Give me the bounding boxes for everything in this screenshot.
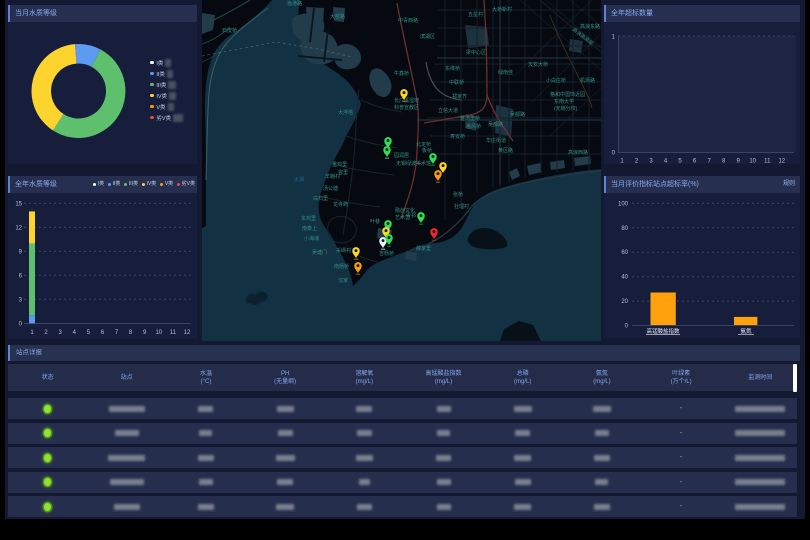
svg-text:社理村: 社理村 xyxy=(454,203,469,210)
svg-text:园润居: 园润居 xyxy=(394,152,409,159)
svg-text:60: 60 xyxy=(621,250,628,256)
svg-text:吉杨桥: 吉杨桥 xyxy=(379,250,394,257)
svg-text:东鸡里: 东鸡里 xyxy=(301,215,316,222)
svg-text:1: 1 xyxy=(620,159,624,165)
svg-text:8: 8 xyxy=(722,159,726,165)
svg-text:1: 1 xyxy=(612,34,616,40)
svg-text:氨氮: 氨氮 xyxy=(740,327,752,335)
svg-text:重鸡里: 重鸡里 xyxy=(332,161,347,168)
svg-text:2: 2 xyxy=(44,330,48,336)
svg-text:中青西路: 中青西路 xyxy=(398,17,418,24)
svg-text:叶巷: 叶巷 xyxy=(370,218,380,225)
svg-text:80: 80 xyxy=(621,226,628,232)
svg-text:天安大桥: 天安大桥 xyxy=(528,61,548,68)
svg-text:长广溪湿地: 长广溪湿地 xyxy=(394,97,419,104)
svg-text:郑家齐: 郑家齐 xyxy=(452,93,467,100)
svg-text:寿安桥: 寿安桥 xyxy=(450,133,465,140)
svg-text:大浮塔: 大浮塔 xyxy=(338,109,353,116)
svg-text:龙寺崎: 龙寺崎 xyxy=(333,201,348,208)
svg-text:东南大学: 东南大学 xyxy=(554,98,574,105)
svg-text:石皮桥: 石皮桥 xyxy=(222,27,237,34)
svg-text:0: 0 xyxy=(612,150,616,156)
svg-text:7: 7 xyxy=(708,159,712,165)
svg-text:白石里: 白石里 xyxy=(313,195,328,202)
svg-text:梁中心区: 梁中心区 xyxy=(466,49,486,56)
svg-text:渔港路: 渔港路 xyxy=(287,0,302,7)
svg-text:15: 15 xyxy=(15,201,22,207)
svg-text:5: 5 xyxy=(87,330,91,336)
svg-text:小白庄桥: 小白庄桥 xyxy=(546,77,566,84)
svg-text:惠风桥: 惠风桥 xyxy=(466,123,481,130)
svg-text:羊棚村: 羊棚村 xyxy=(325,173,340,180)
svg-text:9: 9 xyxy=(143,330,147,336)
svg-text:吴都路: 吴都路 xyxy=(488,121,503,128)
svg-text:7: 7 xyxy=(115,330,119,336)
svg-text:机场路: 机场路 xyxy=(580,77,595,84)
svg-text:高锰酸盐指数: 高锰酸盐指数 xyxy=(646,327,680,335)
svg-text:3: 3 xyxy=(59,330,63,336)
svg-text:华庄街道: 华庄街道 xyxy=(486,137,506,144)
svg-text:无锡绿波美术馆: 无锡绿波美术馆 xyxy=(396,160,431,167)
svg-text:雅湾里桥: 雅湾里桥 xyxy=(460,115,480,122)
svg-text:东绛桥: 东绛桥 xyxy=(445,65,460,72)
svg-text:张桥: 张桥 xyxy=(453,191,463,198)
svg-text:10: 10 xyxy=(155,330,162,336)
svg-text:9: 9 xyxy=(737,159,741,165)
svg-text:20: 20 xyxy=(621,299,628,305)
svg-text:南泰上: 南泰上 xyxy=(302,225,317,232)
svg-text:40: 40 xyxy=(621,275,628,281)
svg-text:9: 9 xyxy=(19,249,23,255)
svg-text:8: 8 xyxy=(129,330,133,336)
svg-text:1: 1 xyxy=(30,330,34,336)
svg-text:4: 4 xyxy=(73,330,77,336)
svg-text:0: 0 xyxy=(19,321,23,327)
svg-text:汤公塘: 汤公塘 xyxy=(323,185,338,192)
svg-text:中联桥: 中联桥 xyxy=(449,79,464,86)
svg-text:科普宣教区: 科普宣教区 xyxy=(394,104,419,111)
svg-text:高浪东路: 高浪东路 xyxy=(580,23,600,30)
svg-text:5: 5 xyxy=(678,159,682,165)
svg-text:北定桥: 北定桥 xyxy=(416,141,431,148)
svg-text:板桥: 板桥 xyxy=(422,147,432,154)
svg-text:五星村: 五星村 xyxy=(468,11,483,18)
svg-text:滨湖区: 滨湖区 xyxy=(420,33,435,40)
svg-text:11: 11 xyxy=(170,330,177,336)
svg-text:3: 3 xyxy=(649,159,653,165)
svg-text:100: 100 xyxy=(618,201,629,207)
svg-text:黄区路: 黄区路 xyxy=(498,147,513,154)
svg-text:沈家: 沈家 xyxy=(338,277,348,284)
svg-text:12: 12 xyxy=(184,330,191,336)
svg-text:6: 6 xyxy=(101,330,105,336)
svg-text:6: 6 xyxy=(19,273,23,279)
svg-text:吴都路: 吴都路 xyxy=(510,111,525,118)
svg-text:10: 10 xyxy=(749,159,756,165)
svg-text:3: 3 xyxy=(19,297,23,303)
svg-text:6: 6 xyxy=(693,159,697,165)
svg-text:大窑路: 大窑路 xyxy=(330,13,345,20)
svg-text:2: 2 xyxy=(635,159,639,165)
svg-text:0: 0 xyxy=(625,324,629,330)
svg-text:牛鑫桥: 牛鑫桥 xyxy=(394,70,409,77)
svg-text:高浪西路: 高浪西路 xyxy=(568,149,588,156)
svg-text:12: 12 xyxy=(778,159,785,165)
svg-text:大桥新村: 大桥新村 xyxy=(492,6,512,13)
svg-text:融创文化: 融创文化 xyxy=(395,207,415,214)
svg-text:4: 4 xyxy=(664,159,668,165)
svg-text:11: 11 xyxy=(764,159,771,165)
svg-text:12: 12 xyxy=(15,225,22,231)
svg-text:小海浦: 小海浦 xyxy=(304,235,319,242)
svg-text:薛家里: 薛家里 xyxy=(416,245,431,252)
svg-text:采缬村: 采缬村 xyxy=(336,247,351,254)
svg-text:吴塘门: 吴塘门 xyxy=(312,249,327,256)
svg-text:艺术营: 艺术营 xyxy=(395,214,410,221)
svg-text:立信大道: 立信大道 xyxy=(438,107,458,114)
svg-text:南杨桥: 南杨桥 xyxy=(334,263,349,270)
svg-text:太湖: 太湖 xyxy=(294,176,304,183)
svg-text:格和中国饰近园: 格和中国饰近园 xyxy=(550,91,585,98)
svg-text:(无锡分校): (无锡分校) xyxy=(554,105,578,112)
svg-text:绿南佳: 绿南佳 xyxy=(498,69,513,76)
